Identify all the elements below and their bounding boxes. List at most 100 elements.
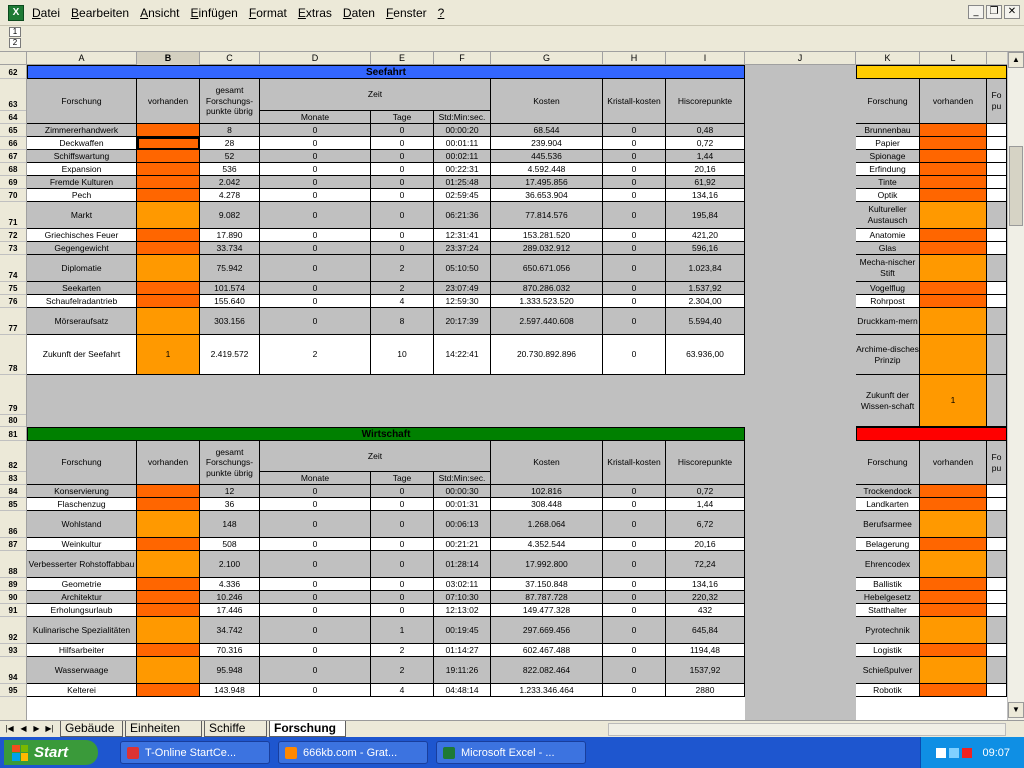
right-bottom-row-5-name[interactable]: Ehrencodex: [856, 551, 920, 578]
wirtschaft-row-1-col-d[interactable]: 0: [260, 485, 371, 498]
seefahrt-row-6-col-i[interactable]: 134,16: [666, 189, 745, 202]
right-bottom-row-7-vorhanden[interactable]: [920, 591, 987, 604]
column-header-k[interactable]: K: [856, 52, 920, 65]
taskbar-item-2[interactable]: 666kb.com - Grat...: [278, 741, 428, 764]
seefahrt-row-10-name[interactable]: Diplomatie: [27, 255, 137, 282]
seefahrt-row-6-col-f[interactable]: 02:59:45: [434, 189, 491, 202]
first-sheet-arrow-icon[interactable]: |◀: [4, 723, 15, 735]
seefahrt-row-3-col-d[interactable]: 0: [260, 150, 371, 163]
wirtschaft-row-6-col-h[interactable]: 0: [603, 578, 666, 591]
wirtschaft-row-4-col-d[interactable]: 0: [260, 538, 371, 551]
seefahrt-header-kosten[interactable]: Kosten: [491, 79, 603, 124]
column-header-i[interactable]: I: [666, 52, 745, 65]
wirtschaft-row-4-col-c[interactable]: 508: [200, 538, 260, 551]
wirtschaft-row-6-name[interactable]: Geometrie: [27, 578, 137, 591]
seefahrt-row-5-col-d[interactable]: 0: [260, 176, 371, 189]
right-top-row-4-vorhanden[interactable]: [920, 163, 987, 176]
seefahrt-row-10-col-f[interactable]: 05:10:50: [434, 255, 491, 282]
wirtschaft-row-8-col-i[interactable]: 432: [666, 604, 745, 617]
wirtschaft-row-12-name[interactable]: Kelterei: [27, 684, 137, 697]
seefahrt-row-14-col-g[interactable]: 20.730.892.896: [491, 335, 603, 375]
close-button[interactable]: ✕: [1004, 5, 1020, 19]
seefahrt-row-9-col-e[interactable]: 0: [371, 242, 434, 255]
minimize-button[interactable]: _: [968, 5, 984, 19]
wirtschaft-row-12-col-g[interactable]: 1.233.346.464: [491, 684, 603, 697]
right-top-row-1-vorhanden[interactable]: [920, 124, 987, 137]
seefahrt-row-4-col-f[interactable]: 00:22:31: [434, 163, 491, 176]
right-bottom-row-1-name[interactable]: Trockendock: [856, 485, 920, 498]
right-bottom-row-6-partial[interactable]: [987, 578, 1007, 591]
wirtschaft-row-2-col-e[interactable]: 0: [371, 498, 434, 511]
seefahrt-row-7-col-h[interactable]: 0: [603, 202, 666, 229]
wirtschaft-row-8-col-g[interactable]: 149.477.328: [491, 604, 603, 617]
seefahrt-row-14-col-d[interactable]: 2: [260, 335, 371, 375]
wirtschaft-row-7-col-d[interactable]: 0: [260, 591, 371, 604]
wirtschaft-row-3-col-i[interactable]: 6,72: [666, 511, 745, 538]
right-top-row-12-partial[interactable]: [987, 295, 1007, 308]
taskbar-item-1[interactable]: T-Online StartCe...: [120, 741, 270, 764]
wirtschaft-row-2-name[interactable]: Flaschenzug: [27, 498, 137, 511]
row-header-92[interactable]: 92: [0, 617, 26, 644]
seefahrt-row-8-col-g[interactable]: 153.281.520: [491, 229, 603, 242]
network-icon[interactable]: [949, 747, 960, 758]
right-bottom-row-3-partial[interactable]: [987, 511, 1007, 538]
tray-arrow-icon[interactable]: [936, 747, 947, 758]
seefahrt-row-12-col-c[interactable]: 155.640: [200, 295, 260, 308]
seefahrt-row-12-vorhanden[interactable]: [137, 295, 200, 308]
right-top-row-8-name[interactable]: Anatomie: [856, 229, 920, 242]
row-header-74[interactable]: 74: [0, 255, 26, 282]
right-bottom-row-7-partial[interactable]: [987, 591, 1007, 604]
wirtschaft-row-7-col-h[interactable]: 0: [603, 591, 666, 604]
wirtschaft-row-2-col-i[interactable]: 1,44: [666, 498, 745, 511]
wirtschaft-row-8-col-f[interactable]: 12:13:02: [434, 604, 491, 617]
menu-4[interactable]: Einfügen: [186, 6, 241, 20]
row-header-75[interactable]: 75: [0, 282, 26, 295]
wirtschaft-row-4-col-h[interactable]: 0: [603, 538, 666, 551]
spreadsheet-grid[interactable]: Seefahrt Forschung vorhanden gesamt Forschu…: [27, 65, 1007, 720]
sheet-tab-3[interactable]: Schiffe: [204, 721, 267, 737]
row-header-72[interactable]: 72: [0, 229, 26, 242]
wirtschaft-row-5-col-g[interactable]: 17.992.800: [491, 551, 603, 578]
wirtschaft-row-4-col-f[interactable]: 00:21:21: [434, 538, 491, 551]
wirtschaft-row-2-col-f[interactable]: 00:01:31: [434, 498, 491, 511]
menu-3[interactable]: Ansicht: [136, 6, 183, 20]
seefahrt-row-14-col-i[interactable]: 63.936,00: [666, 335, 745, 375]
right-top-row-9-name[interactable]: Glas: [856, 242, 920, 255]
wirtschaft-header-monate[interactable]: Monate: [260, 472, 371, 485]
wirtschaft-row-1-col-i[interactable]: 0,72: [666, 485, 745, 498]
row-header-80[interactable]: 80: [0, 415, 26, 427]
seefahrt-row-9-col-f[interactable]: 23:37:24: [434, 242, 491, 255]
seefahrt-row-10-col-h[interactable]: 0: [603, 255, 666, 282]
menu-5[interactable]: Format: [245, 6, 291, 20]
wirtschaft-row-6-col-e[interactable]: 0: [371, 578, 434, 591]
right-top-row-5-name[interactable]: Tinte: [856, 176, 920, 189]
row-header-95[interactable]: 95: [0, 684, 26, 697]
wirtschaft-row-3-name[interactable]: Wohlstand: [27, 511, 137, 538]
seefahrt-row-6-col-c[interactable]: 4.278: [200, 189, 260, 202]
right-top-row-4-partial[interactable]: [987, 163, 1007, 176]
wirtschaft-header-zeit[interactable]: Zeit: [260, 441, 491, 472]
right-top-row-13-vorhanden[interactable]: [920, 308, 987, 335]
wirtschaft-row-12-col-c[interactable]: 143.948: [200, 684, 260, 697]
wirtschaft-row-1-col-g[interactable]: 102.816: [491, 485, 603, 498]
seefahrt-row-12-col-f[interactable]: 12:59:30: [434, 295, 491, 308]
menu-8[interactable]: Fenster: [382, 6, 431, 20]
seefahrt-row-5-col-i[interactable]: 61,92: [666, 176, 745, 189]
row-header-78[interactable]: 78: [0, 335, 26, 375]
vertical-scroll-thumb[interactable]: [1009, 146, 1023, 226]
right-top-row-3-name[interactable]: Spionage: [856, 150, 920, 163]
wirtschaft-row-2-vorhanden[interactable]: [137, 498, 200, 511]
row-header-85[interactable]: 85: [0, 498, 26, 511]
wirtschaft-row-8-col-e[interactable]: 0: [371, 604, 434, 617]
row-header-87[interactable]: 87: [0, 538, 26, 551]
right-bottom-row-11-vorhanden[interactable]: [920, 657, 987, 684]
wirtschaft-row-8-col-h[interactable]: 0: [603, 604, 666, 617]
right-bottom-row-1-partial[interactable]: [987, 485, 1007, 498]
seefahrt-row-8-col-f[interactable]: 12:31:41: [434, 229, 491, 242]
seefahrt-row-7-col-f[interactable]: 06:21:36: [434, 202, 491, 229]
right-top-row-14-partial[interactable]: [987, 335, 1007, 375]
seefahrt-row-2-col-h[interactable]: 0: [603, 137, 666, 150]
right-bottom-row-3-name[interactable]: Berufsarmee: [856, 511, 920, 538]
right-bottom-row-11-name[interactable]: Schießpulver: [856, 657, 920, 684]
column-header-c[interactable]: C: [200, 52, 260, 65]
